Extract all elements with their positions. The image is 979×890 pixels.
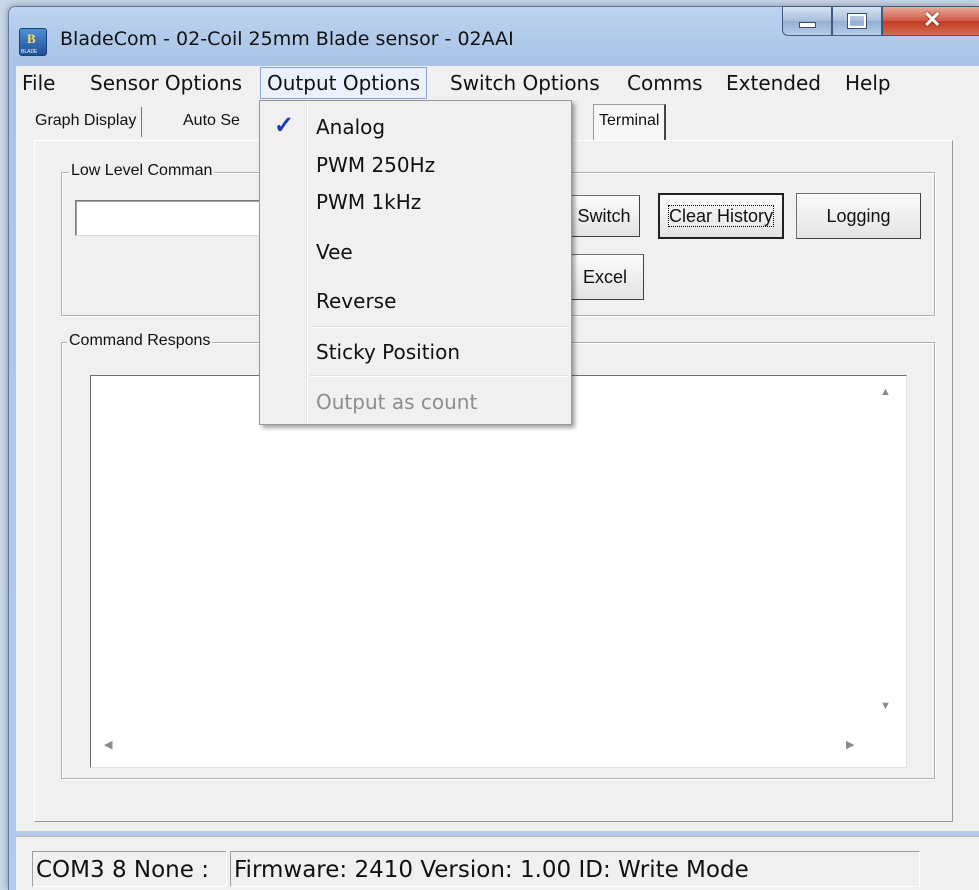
logo-text: BLADE xyxy=(21,49,38,55)
menu-option-reverse[interactable]: Reverse xyxy=(316,289,396,313)
menu-option-sticky-position[interactable]: Sticky Position xyxy=(316,340,460,364)
menu-option-pwm-1khz[interactable]: PWM 1kHz xyxy=(316,190,421,214)
logging-button-label: Logging xyxy=(826,206,891,226)
command-response-textarea[interactable] xyxy=(90,375,907,768)
excel-button[interactable]: Excel xyxy=(566,254,644,300)
status-bar: COM3 8 None : Firmware: 2410 Version: 1.… xyxy=(16,836,979,890)
scroll-up-arrow-icon[interactable]: ▲ xyxy=(880,386,891,398)
command-input[interactable] xyxy=(75,200,262,236)
low-level-command-label: Low Level Comman xyxy=(69,162,215,180)
status-port-panel: COM3 8 None : xyxy=(32,851,227,887)
menu-comms[interactable]: Comms xyxy=(621,66,709,100)
tab-auto-setup[interactable]: Auto Se xyxy=(178,107,245,137)
dropdown-gutter xyxy=(260,101,307,424)
window-title: BladeCom - 02-Coil 25mm Blade sensor - 0… xyxy=(60,28,514,50)
app-logo-icon[interactable]: B BLADE xyxy=(19,28,47,56)
close-button[interactable]: ✕ xyxy=(882,6,979,36)
logging-button[interactable]: Logging xyxy=(796,193,921,239)
status-info-panel: Firmware: 2410 Version: 1.00 ID: Write M… xyxy=(230,851,920,887)
menu-extended[interactable]: Extended xyxy=(720,66,827,100)
logo-letter: B xyxy=(27,31,36,46)
maximize-icon xyxy=(847,13,867,29)
minimize-icon xyxy=(799,22,816,28)
menu-separator xyxy=(310,326,568,328)
menu-sensor-options[interactable]: Sensor Options xyxy=(84,66,248,100)
close-icon: ✕ xyxy=(923,7,942,32)
clear-history-button-label: Clear History xyxy=(667,205,775,227)
menu-option-vee[interactable]: Vee xyxy=(316,240,353,264)
checkmark-icon: ✓ xyxy=(274,112,295,139)
output-options-dropdown: ✓ Analog PWM 250Hz PWM 1kHz Vee Reverse … xyxy=(259,100,572,425)
tab-terminal[interactable]: Terminal xyxy=(593,104,667,140)
scroll-left-arrow-icon[interactable]: ◀ xyxy=(104,738,112,751)
scroll-right-arrow-icon[interactable]: ▶ xyxy=(846,738,854,751)
menu-separator xyxy=(310,375,568,377)
menu-option-pwm-250hz[interactable]: PWM 250Hz xyxy=(316,153,435,177)
menu-option-output-as-count: Output as count xyxy=(316,390,478,414)
menu-bar: File Sensor Options Output Options Switc… xyxy=(16,66,979,101)
menu-output-options[interactable]: Output Options xyxy=(260,67,427,99)
maximize-button[interactable] xyxy=(832,6,882,36)
menu-file[interactable]: File xyxy=(16,66,61,100)
command-response-label: Command Respons xyxy=(67,332,213,350)
menu-switch-options[interactable]: Switch Options xyxy=(444,66,606,100)
switch-button[interactable]: Switch xyxy=(568,195,640,237)
clear-history-button[interactable]: Clear History xyxy=(658,193,784,239)
scroll-down-arrow-icon[interactable]: ▼ xyxy=(880,700,891,712)
menu-help[interactable]: Help xyxy=(839,66,897,100)
excel-button-label: Excel xyxy=(582,267,627,287)
tab-graph-display[interactable]: Graph Display xyxy=(30,107,143,137)
switch-button-label: Switch xyxy=(577,206,631,226)
minimize-button[interactable] xyxy=(782,6,832,36)
menu-option-analog[interactable]: Analog xyxy=(316,115,385,139)
